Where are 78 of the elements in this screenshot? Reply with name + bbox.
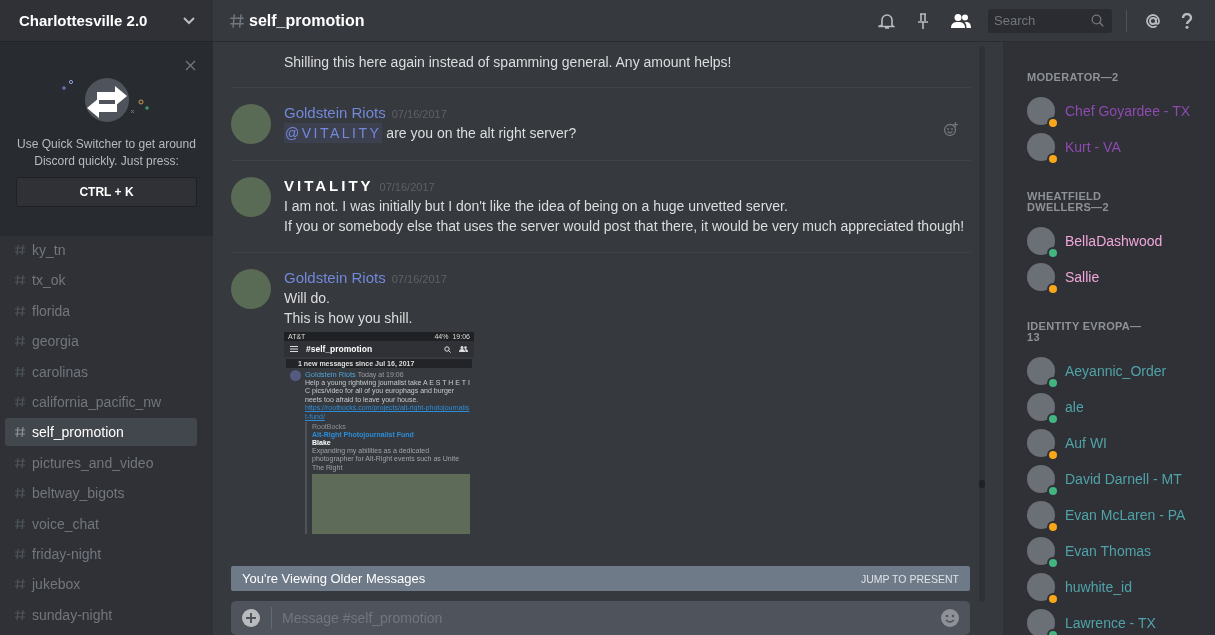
jump-to-present-button[interactable]: JUMP TO PRESENT	[860, 572, 959, 585]
avatar[interactable]	[231, 104, 271, 144]
channel-item[interactable]: carolinas	[5, 357, 197, 386]
search-field[interactable]: Search	[988, 8, 1112, 33]
author-name[interactable]: Goldstein Riots	[284, 269, 386, 286]
author-name[interactable]: Goldstein Riots	[284, 104, 386, 121]
message-text: I am not. I was initially but I don't like the idea of being on a huge unvetted server.	[284, 197, 789, 216]
pin-icon[interactable]	[916, 11, 930, 30]
menu-icon	[290, 346, 298, 352]
channel-item[interactable]: jukebox	[5, 570, 197, 599]
bell-icon[interactable]	[878, 11, 896, 30]
close-icon[interactable]	[185, 60, 196, 71]
hash-icon	[14, 274, 26, 287]
search-icon	[444, 345, 451, 353]
author-name[interactable]: VITALITY	[284, 177, 374, 194]
plus-circle-icon[interactable]	[241, 608, 261, 628]
channel-title: self_promotion	[249, 11, 365, 30]
member-item[interactable]: ale	[1027, 389, 1203, 425]
member-item[interactable]: Auf WI	[1027, 425, 1203, 461]
member-item[interactable]: Sallie	[1027, 259, 1203, 295]
channel-item[interactable]: tx_ok	[5, 266, 197, 295]
hash-icon	[14, 487, 26, 500]
member-item[interactable]: David Darnell - MT	[1027, 461, 1203, 497]
message-text: Will do.	[284, 289, 331, 308]
member-item[interactable]: huwhite_id	[1027, 569, 1203, 605]
member-item[interactable]: Aeyannic_Order	[1027, 353, 1203, 389]
hash-icon	[14, 578, 26, 591]
channel-item[interactable]: pictures_and_video	[5, 448, 197, 477]
members-icon	[459, 346, 468, 352]
help-icon[interactable]	[1181, 12, 1193, 29]
member-item[interactable]: Chef Goyardee - TX	[1027, 93, 1203, 129]
channel-item[interactable]: florida	[5, 296, 197, 325]
member-item[interactable]: BellaDashwood	[1027, 223, 1203, 259]
member-group-title: IDENTITY EVROPA—13	[1027, 321, 1143, 343]
at-sign-icon[interactable]	[1145, 12, 1161, 29]
hash-icon	[14, 547, 26, 560]
member-item[interactable]: Evan McLaren - PA	[1027, 497, 1203, 533]
avatar[interactable]	[231, 269, 271, 309]
quick-switcher-hint: Use Quick Switcher to get around Discord quickly. Just press:	[16, 136, 197, 170]
user-mention[interactable]: @VITALITY	[284, 123, 383, 143]
channel-item[interactable]: voice_chat	[5, 509, 197, 538]
channel-item[interactable]: california_pacific_nw	[5, 387, 197, 416]
search-icon	[1091, 13, 1104, 27]
channel-item[interactable]: georgia	[5, 327, 197, 356]
emoji-icon[interactable]	[940, 608, 960, 628]
shortcut-key: CTRL + K	[16, 177, 197, 207]
member-item[interactable]: Lawrence - TX	[1027, 605, 1203, 635]
hash-icon	[14, 365, 26, 378]
scrollbar[interactable]	[979, 46, 985, 602]
hash-icon	[14, 395, 26, 408]
hash-icon	[14, 456, 26, 469]
hash-icon	[229, 12, 245, 29]
channel-item[interactable]: ky_tn	[5, 236, 197, 264]
older-messages-notice: You're Viewing Older Messages	[242, 571, 426, 586]
hash-icon	[14, 304, 26, 317]
channel-item[interactable]: beltway_bigots	[5, 479, 197, 508]
member-group-title: MODERATOR—2	[1027, 72, 1120, 83]
member-group-title: WHEATFIELD DWELLERS—2	[1027, 191, 1110, 213]
channel-item[interactable]: friday-night	[5, 539, 197, 568]
avatar	[290, 370, 301, 381]
member-item[interactable]: Kurt - VA	[1027, 129, 1203, 165]
member-item[interactable]: Evan Thomas	[1027, 533, 1203, 569]
members-icon[interactable]	[950, 12, 972, 29]
channel-title: #self_promotion	[306, 344, 374, 354]
message-text: Shilling this here again instead of spamming general. Any amount helps!	[284, 53, 733, 72]
hash-icon	[14, 426, 26, 439]
hash-icon	[14, 517, 26, 530]
channel-item[interactable]: self_promotion	[5, 418, 197, 447]
message-text: If you or somebody else that uses the server would post that there, it would be very much appreciated though!	[284, 217, 965, 236]
hash-icon	[14, 335, 26, 348]
message-text: This is how you shill.	[284, 309, 414, 328]
chevron-down-icon	[183, 16, 195, 25]
hash-icon	[14, 608, 26, 621]
hash-icon	[14, 244, 26, 256]
avatar[interactable]	[231, 177, 271, 217]
channel-item[interactable]: sunday-night	[5, 600, 197, 629]
message-text: are you on the alt right server?	[386, 124, 577, 143]
add-reaction-icon[interactable]	[943, 121, 959, 137]
